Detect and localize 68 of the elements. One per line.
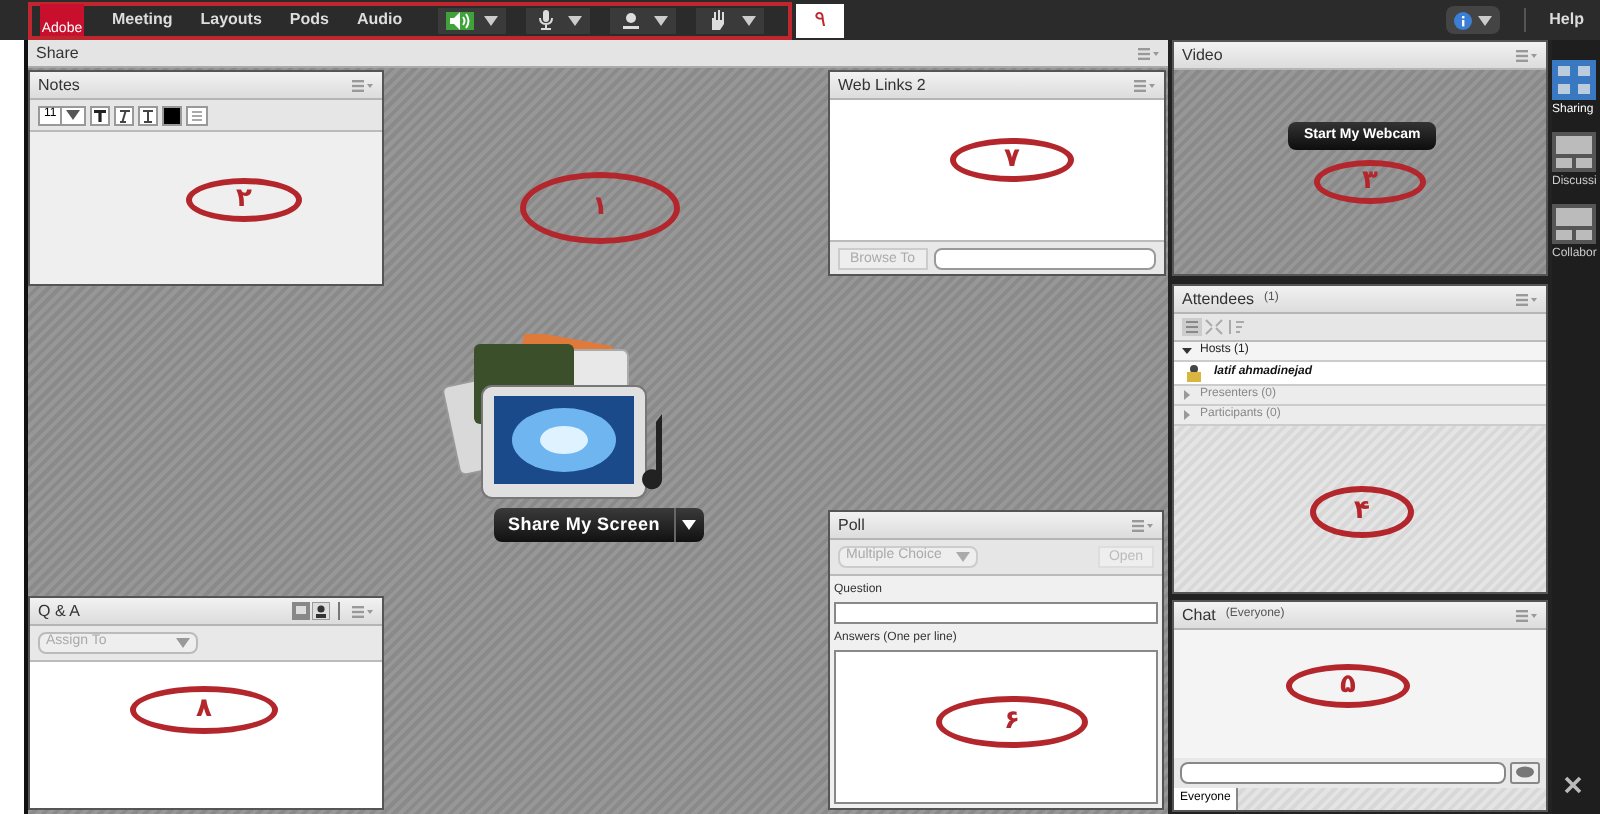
caret-icon: [176, 638, 190, 648]
caret-icon: [568, 15, 583, 25]
sort-icon[interactable]: [1226, 318, 1246, 336]
underline-icon[interactable]: [138, 105, 159, 125]
annotation-label: ۲: [186, 178, 302, 222]
presenter-view-icon[interactable]: [312, 602, 330, 620]
toolbar-button[interactable]: [526, 7, 591, 33]
host-icon: [1186, 364, 1202, 382]
pod-menu-icon[interactable]: [1516, 49, 1538, 61]
caret-icon: [1477, 15, 1492, 25]
question-field[interactable]: [834, 602, 1158, 624]
pod-title: Notes: [38, 73, 80, 97]
pod-menu-icon[interactable]: [1134, 79, 1156, 91]
pod-title: Q & A: [38, 599, 80, 623]
pod-menu-icon[interactable]: [1516, 293, 1538, 305]
annotation-label: ۳: [1314, 160, 1426, 204]
pod-title: Attendees: [1182, 287, 1255, 311]
pod-title: Chat: [1182, 603, 1216, 627]
toolbar-button[interactable]: [696, 7, 765, 33]
pod-title: Web Links 2: [838, 73, 926, 97]
pod-title: Poll: [838, 513, 865, 537]
annotation-label: ۶: [936, 696, 1088, 748]
chat-input[interactable]: [1180, 762, 1506, 784]
speaker-icon: [450, 11, 471, 29]
pod-menu-icon[interactable]: [352, 79, 374, 91]
info-button[interactable]: [1445, 6, 1500, 34]
annotation-label: ۱: [520, 172, 680, 244]
annotation-label: ۷: [950, 138, 1074, 182]
send-message-icon[interactable]: [1510, 762, 1540, 784]
italic-icon[interactable]: [114, 105, 135, 125]
expand-icon[interactable]: [1204, 318, 1224, 336]
pod-menu-icon[interactable]: [1138, 47, 1160, 59]
menu-item[interactable]: Meeting: [112, 8, 173, 32]
list-view-icon[interactable]: [1182, 318, 1202, 336]
toolbar-button[interactable]: [610, 7, 677, 33]
color-swatch-icon[interactable]: [162, 105, 183, 125]
annotation-label: ۸: [130, 686, 278, 734]
layout-thumbnail[interactable]: [1552, 60, 1596, 100]
microphone-icon: [538, 10, 555, 30]
caret-icon: [956, 552, 970, 562]
menu-item[interactable]: Audio: [356, 8, 403, 32]
annotation-label: ۵: [1286, 664, 1410, 708]
bold-icon[interactable]: [90, 105, 111, 125]
pod-menu-icon[interactable]: [1516, 609, 1538, 621]
hand-icon: [708, 10, 729, 30]
pod-menu-icon[interactable]: [352, 605, 374, 617]
close-icon[interactable]: [1564, 776, 1582, 794]
pod-title: Video: [1182, 43, 1223, 67]
caret-icon: [654, 15, 669, 25]
annotation-label: ۴: [1310, 486, 1414, 538]
toolbar-button[interactable]: [438, 7, 507, 33]
annotation-label: ۹: [796, 3, 845, 37]
caret-icon: [484, 15, 499, 25]
caret-icon: [742, 15, 757, 25]
layout-thumbnail[interactable]: [1552, 132, 1596, 172]
pod-menu-icon[interactable]: [1132, 519, 1154, 531]
help-menu[interactable]: Help: [1549, 8, 1584, 32]
caret-icon: [66, 110, 81, 120]
view-toggle-icon[interactable]: [292, 602, 310, 620]
menu-item[interactable]: Layouts: [200, 8, 262, 32]
answers-field[interactable]: [834, 650, 1158, 804]
info-icon: [1453, 11, 1472, 29]
pod-title: Share: [36, 41, 79, 65]
caret-icon: [682, 520, 697, 530]
url-field[interactable]: [933, 247, 1156, 269]
menu-item[interactable]: Pods: [289, 8, 329, 32]
layout-thumbnail[interactable]: [1552, 204, 1596, 244]
webcam-icon: [622, 11, 641, 29]
